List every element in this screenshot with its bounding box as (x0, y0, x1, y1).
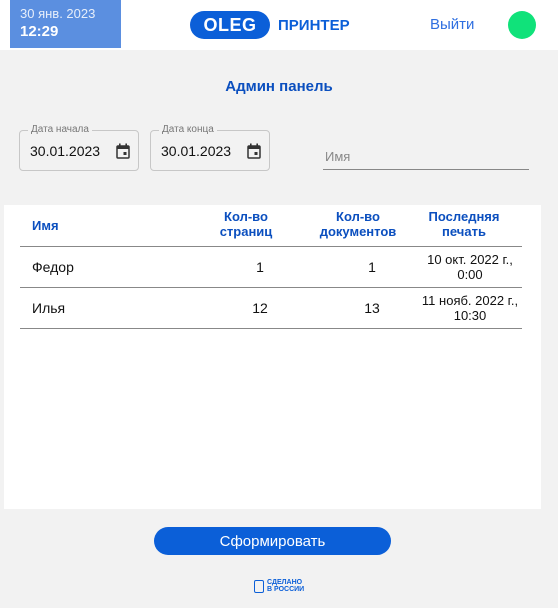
cell-documents: 1 (368, 259, 376, 275)
calendar-icon[interactable] (247, 143, 261, 159)
calendar-icon[interactable] (116, 143, 130, 159)
current-time: 12:29 (20, 23, 59, 40)
logout-link[interactable]: Выйти (430, 16, 474, 33)
column-header-pages: Кол-во страниц (219, 209, 273, 239)
start-date-value: 30.01.2023 (30, 143, 101, 159)
users-table: Имя Кол-во страниц Кол-во документов Пос… (4, 205, 541, 509)
cell-name: Илья (32, 300, 66, 316)
start-date-field[interactable]: Дата начала 30.01.2023 (19, 124, 139, 171)
shield-icon (254, 579, 264, 593)
cell-name: Федор (32, 259, 74, 275)
clock-widget: 30 янв. 2023 12:29 (10, 0, 121, 48)
header-bar: 30 янв. 2023 12:29 OLEG ПРИНТЕР Выйти (0, 0, 558, 50)
table-row[interactable]: Федор 1 1 10 окт. 2022 г., 0:00 (20, 247, 522, 288)
made-in-russia-text: СДЕЛАНО В РОССИИ (267, 579, 305, 593)
generate-report-button[interactable]: Сформировать (154, 527, 391, 555)
made-in-russia-badge: СДЕЛАНО В РОССИИ (254, 579, 307, 593)
current-date: 30 янв. 2023 (20, 6, 96, 21)
column-header-name: Имя (32, 218, 59, 233)
end-date-value: 30.01.2023 (161, 143, 232, 159)
end-date-label: Дата конца (159, 124, 217, 136)
cell-last-print: 10 окт. 2022 г., 0:00 (427, 252, 513, 282)
logo-mark: OLEG (190, 11, 270, 39)
end-date-field[interactable]: Дата конца 30.01.2023 (150, 124, 270, 171)
logo-mark-text: OLEG (203, 14, 257, 35)
cell-pages: 12 (252, 300, 268, 316)
app-logo: OLEG ПРИНТЕР (190, 10, 350, 40)
cell-last-print: 11 нояб. 2022 г., 10:30 (421, 293, 519, 323)
page-title: Админ панель (225, 78, 333, 95)
column-header-last-print: Последняя печать (428, 209, 500, 239)
name-search-input[interactable] (323, 143, 529, 170)
start-date-label: Дата начала (28, 124, 92, 136)
table-row[interactable]: Илья 12 13 11 нояб. 2022 г., 10:30 (20, 288, 522, 329)
status-indicator (508, 11, 536, 39)
column-header-documents: Кол-во документов (319, 209, 397, 239)
logo-text: ПРИНТЕР (278, 16, 350, 34)
cell-pages: 1 (256, 259, 264, 275)
cell-documents: 13 (364, 300, 380, 316)
